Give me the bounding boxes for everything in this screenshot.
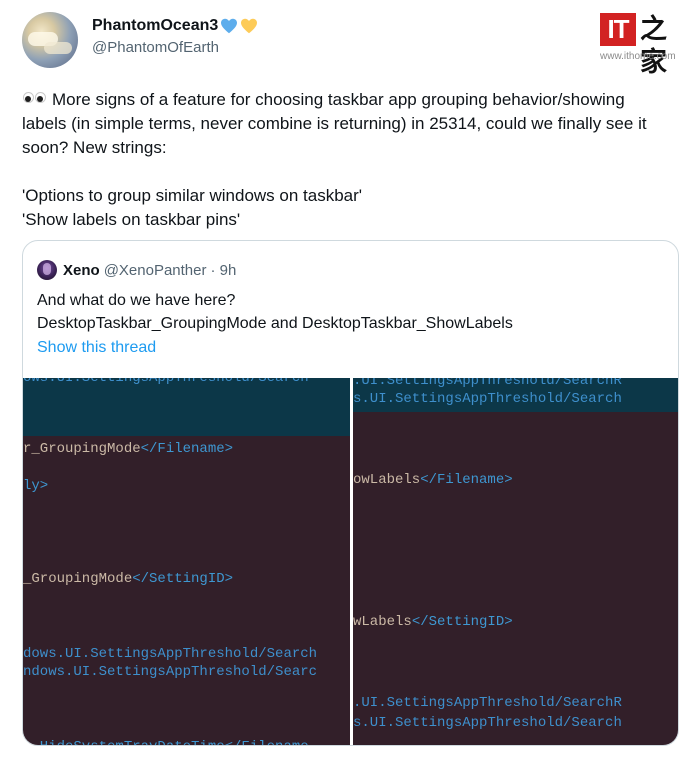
watermark-logo: IT 之家 www.ithome.com [600, 13, 692, 78]
code-line: dows.UI.SettingsAppThreshold/Search [23, 646, 318, 662]
quoted-tweet-header: Xeno @XenoPanther · 9h [37, 260, 236, 280]
author-avatar[interactable] [22, 12, 78, 68]
quoted-author-name: Xeno [63, 261, 100, 279]
code-line: s.UI.SettingsAppThreshold/Search [353, 391, 622, 407]
code-line: owLabels</Filename> [353, 472, 513, 488]
code-line: HideSystemTrayDateTime</Filename [23, 738, 309, 745]
tweet-text: More signs of a feature for choosing tas… [22, 90, 647, 229]
code-line: ndows.UI.SettingsAppThreshold/Searc [23, 664, 318, 680]
avatar-cloud [44, 42, 72, 54]
show-thread-link[interactable]: Show this thread [37, 339, 156, 357]
code-screenshot-left[interactable]: ows.UI.SettingsAppThreshold/Search r_Gro… [23, 378, 350, 745]
watermark-url: www.ithome.com [600, 51, 676, 62]
code-line: r_GroupingMode</Filename> [23, 441, 234, 457]
author-display-name[interactable]: PhantomOcean3 [92, 17, 218, 35]
author-block: PhantomOcean3 @PhantomOfEarth [92, 16, 258, 56]
code-line: s.UI.SettingsAppThreshold/Search [353, 715, 622, 731]
quoted-tweet-time: · 9h [210, 261, 237, 279]
yellow-heart-icon [241, 18, 258, 34]
code-screenshot-right[interactable]: .UI.SettingsAppThreshold/SearchR s.UI.Se… [353, 378, 678, 745]
quoted-author-avatar [37, 260, 57, 280]
blue-heart-icon [221, 18, 238, 34]
watermark-it-mark: IT [600, 13, 636, 46]
quoted-tweet-text: And what do we have here? DesktopTaskbar… [37, 292, 513, 332]
quoted-tweet[interactable]: Xeno @XenoPanther · 9h And what do we ha… [22, 240, 679, 746]
code-line: ows.UI.SettingsAppThreshold/Search [23, 378, 309, 386]
eyes-emoji-icon [22, 91, 48, 103]
author-name-row[interactable]: PhantomOcean3 [92, 16, 258, 36]
quoted-media[interactable]: ows.UI.SettingsAppThreshold/Search r_Gro… [23, 378, 678, 745]
tweet-body: More signs of a feature for choosing tas… [22, 88, 672, 232]
code-line: .UI.SettingsAppThreshold/SearchR [353, 378, 622, 389]
author-handle[interactable]: @PhantomOfEarth [92, 39, 258, 56]
code-line: wLabels</SettingID> [353, 614, 513, 630]
code-line: .UI.SettingsAppThreshold/SearchR [353, 695, 622, 711]
code-line: ly> [23, 478, 49, 494]
quoted-author-handle: @XenoPanther [103, 261, 207, 279]
code-line: _GroupingMode</SettingID> [23, 571, 234, 587]
watermark-brand-glyphs: 之家 [640, 14, 667, 78]
